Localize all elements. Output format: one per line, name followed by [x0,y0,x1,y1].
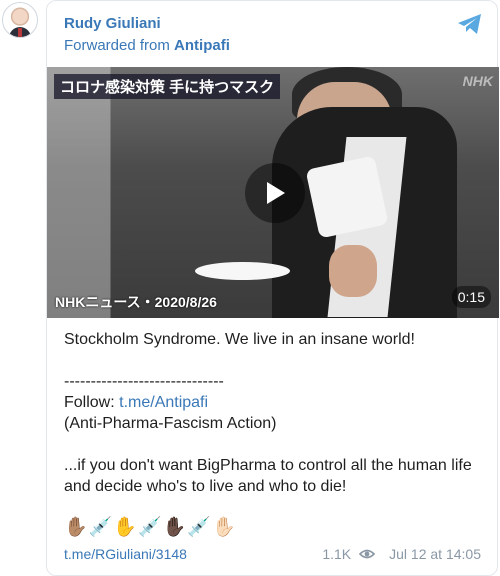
follow-link[interactable]: t.me/Antipafi [119,394,208,411]
play-button[interactable] [245,163,305,223]
telegram-icon[interactable] [457,13,483,35]
video-person-hand [329,245,377,297]
timestamp: Jul 12 at 14:05 [389,546,481,562]
post-link[interactable]: t.me/RGiuliani/3148 [64,546,187,562]
play-icon [267,182,285,204]
emoji-row: ✋🏽💉✋💉✋🏿💉✋🏻 [64,517,237,538]
message-closing: ...if you don't want BigPharma to contro… [64,457,472,495]
forwarded-header: Forwarded from Antipafi [64,37,230,54]
video-plate [195,262,290,280]
follow-line: Follow: t.me/Antipafi [64,392,484,413]
avatar[interactable] [2,2,38,38]
message-divider: ------------------------------ [64,373,224,390]
eye-icon [359,549,376,559]
video-source-label: NHKニュース・2020/8/26 [55,294,217,310]
message-card: Rudy Giuliani Forwarded from Antipafi コロ… [46,0,499,576]
message-text: Stockholm Syndrome. We live in an insane… [64,329,484,497]
message-line: Stockholm Syndrome. We live in an insane… [64,331,415,348]
view-count: 1.1K [322,546,352,562]
video-player[interactable]: コロナ感染対策 手に持つマスク NHK NHKニュース・2020/8/26 0:… [47,67,499,318]
message-tagline: (Anti-Pharma-Fascism Action) [64,415,277,432]
sender-name[interactable]: Rudy Giuliani [64,15,161,32]
video-duration: 0:15 [451,286,491,308]
follow-prefix: Follow: [64,394,120,411]
message-meta: 1.1K Jul 12 at 14:05 [322,546,481,562]
video-caption: コロナ感染対策 手に持つマスク [54,74,281,99]
forwarded-prefix: Forwarded from [64,37,170,54]
forwarded-source-link[interactable]: Antipafi [174,37,230,54]
avatar-tie [18,28,22,37]
broadcaster-logo: NHK [462,73,493,89]
video-handheld-mask [305,155,389,239]
